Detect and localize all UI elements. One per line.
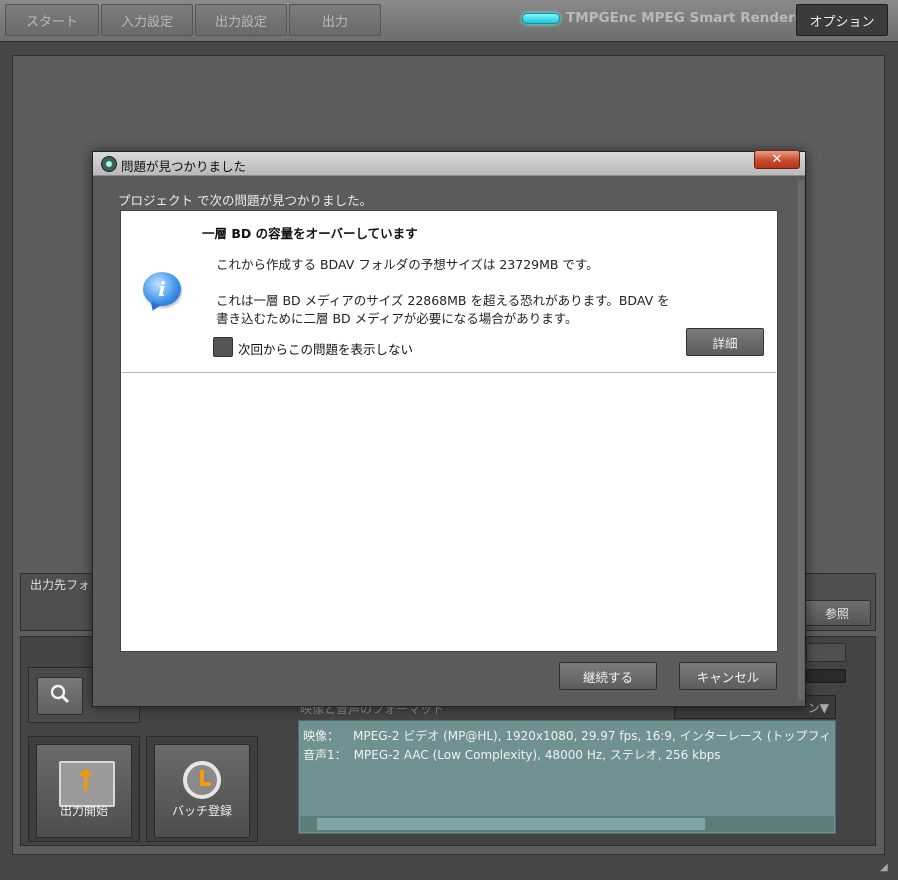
browse-button[interactable]: 参照 <box>803 600 871 626</box>
issue-line-2: これは一層 BD メディアのサイズ 22868MB を超える恐れがあります。BD… <box>216 293 670 308</box>
batch-register-label: バッチ登録 <box>171 804 232 818</box>
start-output-label: 出力開始 <box>59 804 108 818</box>
search-icon <box>49 683 71 709</box>
video-info-key: 映像： <box>303 729 340 743</box>
tab-start[interactable]: スタート <box>5 4 99 36</box>
dialog-title: 問題が見つかりました <box>121 159 247 174</box>
audio-info-key: 音声1： <box>303 748 347 762</box>
video-info-value: MPEG-2 ビデオ (MP@HL), 1920x1080, 29.97 fps… <box>353 729 832 743</box>
clock-icon <box>183 761 221 799</box>
tab-input-settings[interactable]: 入力設定 <box>101 4 193 36</box>
dont-show-again-label[interactable]: 次回からこの問題を表示しない <box>238 339 413 358</box>
app-icon <box>101 156 117 172</box>
issue-line-3: 書き込むために二層 BD メディアが必要になる場合があります。 <box>216 311 578 326</box>
details-button[interactable]: 詳細 <box>686 328 764 356</box>
dialog-side-scrollbar <box>798 180 804 700</box>
dialog-close-button[interactable]: ✕ <box>754 150 800 169</box>
batch-register-button[interactable]: バッチ登録 <box>154 744 250 838</box>
audio-info-value: MPEG-2 AAC (Low Complexity), 48000 Hz, ス… <box>353 748 721 762</box>
tab-output[interactable]: 出力 <box>289 4 381 36</box>
start-output-button[interactable]: ↑ 出力開始 <box>36 744 132 838</box>
dialog-message: プロジェクト で次の問題が見つかりました。 <box>118 193 372 208</box>
info-scroll-thumb[interactable] <box>316 817 706 831</box>
dont-show-again-checkbox[interactable] <box>213 337 233 357</box>
issue-title: 一層 BD の容量をオーバーしています <box>202 226 418 241</box>
options-button[interactable]: オプション <box>796 4 888 36</box>
output-folder-label: 出力先フォ <box>30 578 91 592</box>
continue-button[interactable]: 継続する <box>559 662 657 690</box>
app-brand: TMPGEnc MPEG Smart Renderer 4 <box>566 10 825 26</box>
cancel-button[interactable]: キャンセル <box>679 662 777 690</box>
issue-panel <box>120 210 778 652</box>
info-bubble-icon: i <box>143 272 181 306</box>
progress-field <box>806 643 846 662</box>
tab-output-settings[interactable]: 出力設定 <box>195 4 287 36</box>
issue-line-1: これから作成する BDAV フォルダの予想サイズは 23729MB です。 <box>216 257 599 272</box>
progress-bar <box>806 669 846 683</box>
audio-info-line: 音声1： MPEG-2 AAC (Low Complexity), 48000 H… <box>303 746 721 763</box>
film-upload-icon: ↑ <box>59 761 115 807</box>
status-led-icon <box>522 13 560 24</box>
resize-grip-icon[interactable]: ◢ <box>880 862 894 876</box>
video-info-line: 映像： MPEG-2 ビデオ (MP@HL), 1920x1080, 29.97 … <box>303 727 831 744</box>
issue-separator <box>122 372 776 373</box>
preview-search-button[interactable] <box>37 677 83 715</box>
close-icon: ✕ <box>771 152 783 167</box>
